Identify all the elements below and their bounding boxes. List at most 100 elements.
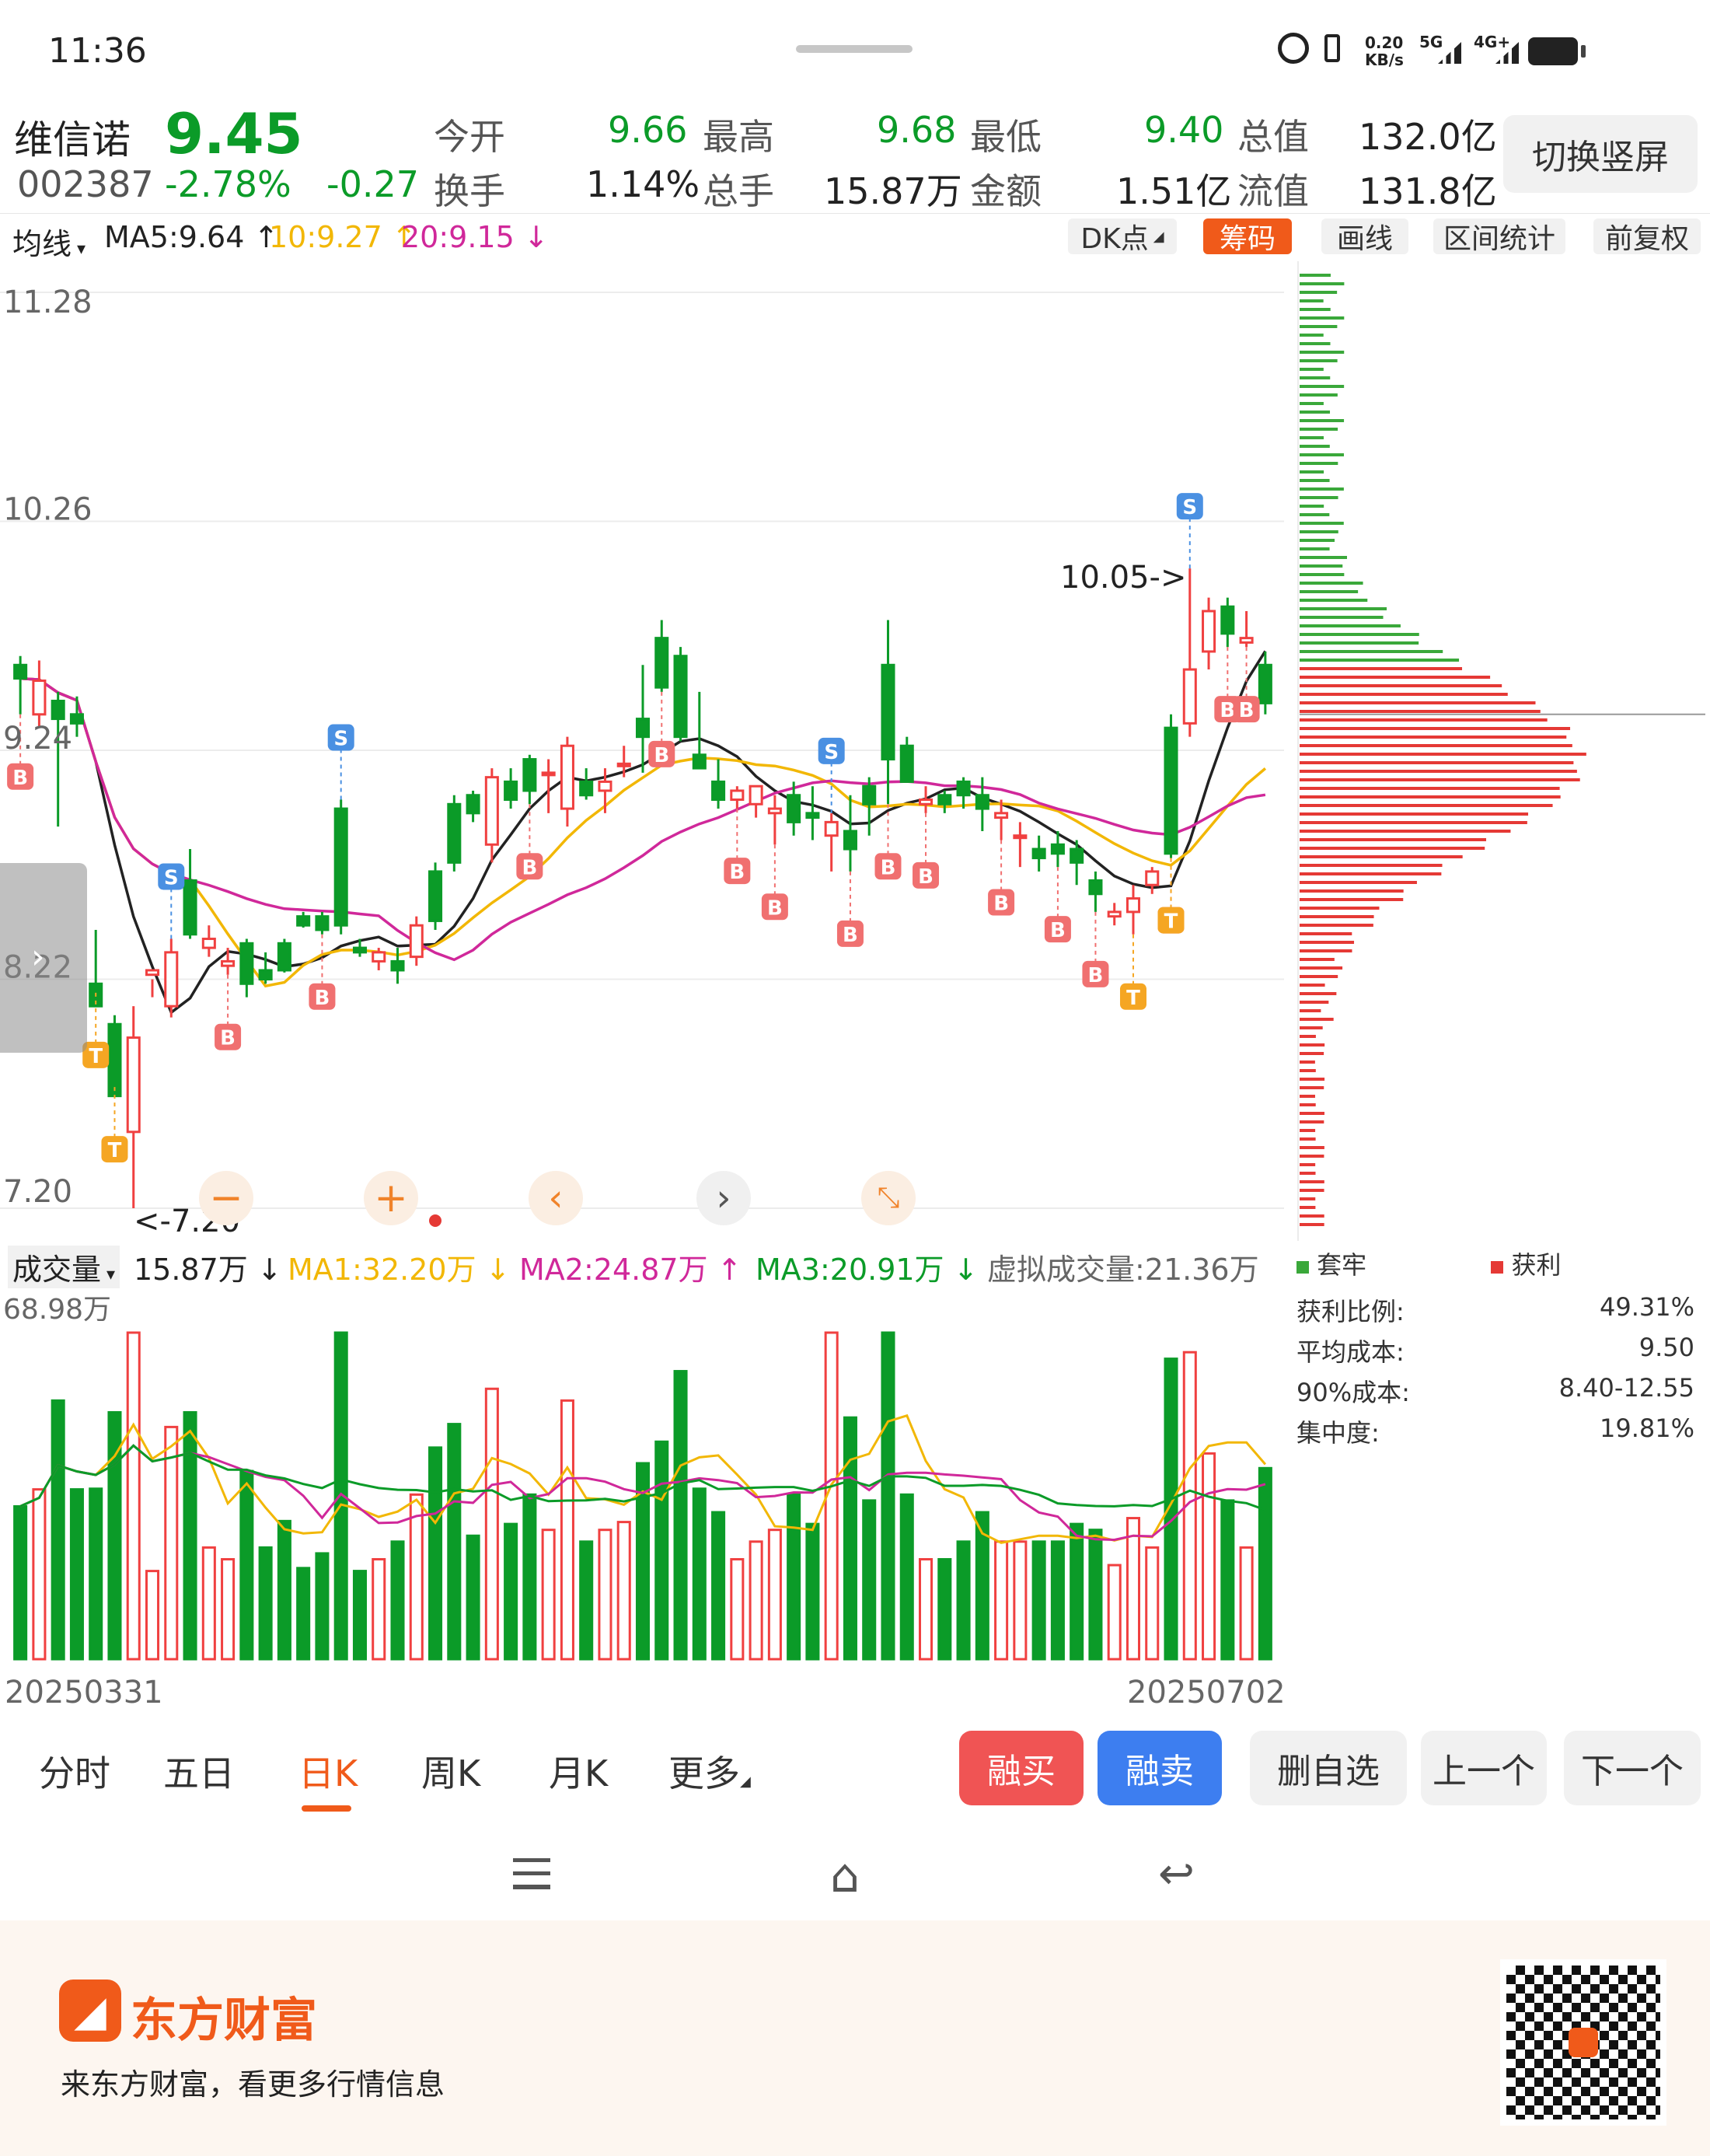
tool-range-stats[interactable]: 区间统计 [1433,218,1565,255]
chip-bar [1300,1223,1324,1226]
previous-stock-button[interactable]: 上一个 [1421,1731,1547,1805]
margin-buy-button[interactable]: 融买 [959,1731,1084,1805]
volume-bar [352,1570,367,1661]
volume-bar [1145,1546,1160,1661]
tab-monthly-k[interactable]: 月K [549,1745,608,1797]
ma-selector-label: 均线 [12,227,72,261]
signal-5g-label: 5G [1419,33,1443,51]
tab-more[interactable]: 更多◢ [668,1745,751,1797]
volume-bar [787,1493,801,1661]
margin-sell-button[interactable]: 融卖 [1098,1731,1222,1805]
chip-bar [1300,881,1417,884]
drag-handle[interactable] [796,45,913,53]
candle [1088,871,1103,912]
clock: 11:36 [48,31,147,71]
tool-adjust-price[interactable]: 前复权 [1593,218,1701,255]
volume-selector[interactable]: 成交量 ▾ [8,1246,120,1288]
stat-row: 90%成本: 8.40-12.55 [1296,1373,1694,1413]
zoom-in-button[interactable]: + [364,1171,418,1225]
candle [937,790,952,813]
value-high: 9.68 [877,109,957,151]
label-turnover: 换手 [434,170,505,212]
signal-marker-letter: B [1050,919,1066,942]
signal-marker-letter: S [164,867,179,890]
chip-bar [1300,445,1330,448]
chip-bar [1300,393,1338,397]
chip-bar [1300,1035,1316,1038]
chip-stats: 获利比例: 49.31% 平均成本: 9.50 90%成本: 8.40-12.55 集… [1296,1292,1694,1454]
candle [1031,835,1046,872]
signal-marker-letter: B [220,1027,236,1050]
chip-bar [1300,556,1347,559]
candle-body [69,713,84,725]
chip-bar [1300,1043,1325,1047]
tab-daily-k[interactable]: 日K [298,1745,358,1797]
volume-bar [598,1529,612,1661]
kline-chart[interactable]: BBBBBBBBBBBBBBBBSSSSTTTT 11.2810.269.248… [0,261,1284,1241]
candle-body [1220,605,1235,635]
candle [183,849,197,939]
chip-bar [1300,1155,1324,1158]
candle-body [598,780,612,792]
back-icon[interactable]: ↩ [1158,1849,1195,1899]
date-end: 20250702 [1127,1675,1286,1710]
tab-weekly-k[interactable]: 周K [421,1745,480,1797]
collapse-icon-button[interactable]: ⤡ [861,1171,916,1225]
net-speed: 0.20 KB/s [1365,33,1404,69]
candle [843,795,857,872]
switch-portrait-button[interactable]: 切换竖屏 [1503,115,1698,193]
chip-bar [1300,1078,1325,1081]
candle [1239,610,1254,648]
chip-bar [1300,770,1577,773]
dropdown-icon-2: ▾ [101,1265,116,1284]
indicator-bar: 均线 ▾ MA5:9.64 ↑ 10:9.27 ↑ 20:9.15 ↓ DK点 ◢… [0,213,1710,263]
candle [899,736,914,783]
candle [1125,885,1141,935]
stat-row: 获利比例: 49.31% [1296,1292,1694,1333]
candle-body [164,951,179,1008]
volume-bar [616,1521,631,1661]
chip-bar [1300,992,1337,995]
candle [296,911,311,928]
brand-slogan: 来东方财富，看更多行情信息 [61,2067,445,2102]
chip-bar [1300,590,1359,593]
ma-selector[interactable]: 均线 ▾ [12,220,86,263]
volume-ma3-text: MA3:20.91万 [756,1253,944,1287]
next-stock-button[interactable]: 下一个 [1564,1731,1701,1805]
ma5-text: MA5:9.64 [104,220,245,254]
signal-marker-letter: T [108,1139,122,1162]
chip-bar [1300,984,1325,987]
volume-bar [428,1446,443,1661]
candle-body [994,812,1009,819]
volume-bar [51,1399,65,1661]
tab-intraday[interactable]: 分时 [39,1745,110,1797]
corner-icon-2: ◢ [740,1773,751,1790]
volume-bar [466,1534,480,1661]
chip-bar [1300,547,1330,550]
tool-dk-point[interactable]: DK点 ◢ [1068,218,1177,255]
chip-bar [1300,496,1338,499]
chip-bar [1300,1095,1315,1098]
tool-chips[interactable]: 筹码 [1203,218,1292,255]
scroll-right-button[interactable]: › [696,1171,751,1225]
volume-bar [730,1557,745,1661]
chip-bar [1300,1146,1324,1149]
home-icon[interactable]: ⌂ [830,1849,860,1903]
scroll-left-button[interactable]: ‹ [529,1171,583,1225]
candle-body [975,794,989,810]
volume-bar [296,1567,311,1661]
delete-watchlist-button[interactable]: 删自选 [1250,1731,1407,1805]
chip-bar [1300,1112,1324,1115]
tool-draw-line[interactable]: 画线 [1321,218,1408,255]
chip-bar [1300,479,1330,482]
menu-icon[interactable] [513,1858,550,1889]
price-tick-label: 11.28 [3,285,92,320]
chip-bar [1300,1026,1323,1029]
candle [919,786,934,813]
tab-five-day[interactable]: 五日 [163,1745,235,1797]
zoom-out-button[interactable]: − [199,1171,253,1225]
chip-legend: 套牢 获利 [1296,1246,1708,1281]
volume-chart[interactable]: 68.98万 [0,1288,1284,1669]
chip-bar [1300,308,1331,311]
chip-bar [1300,889,1404,893]
